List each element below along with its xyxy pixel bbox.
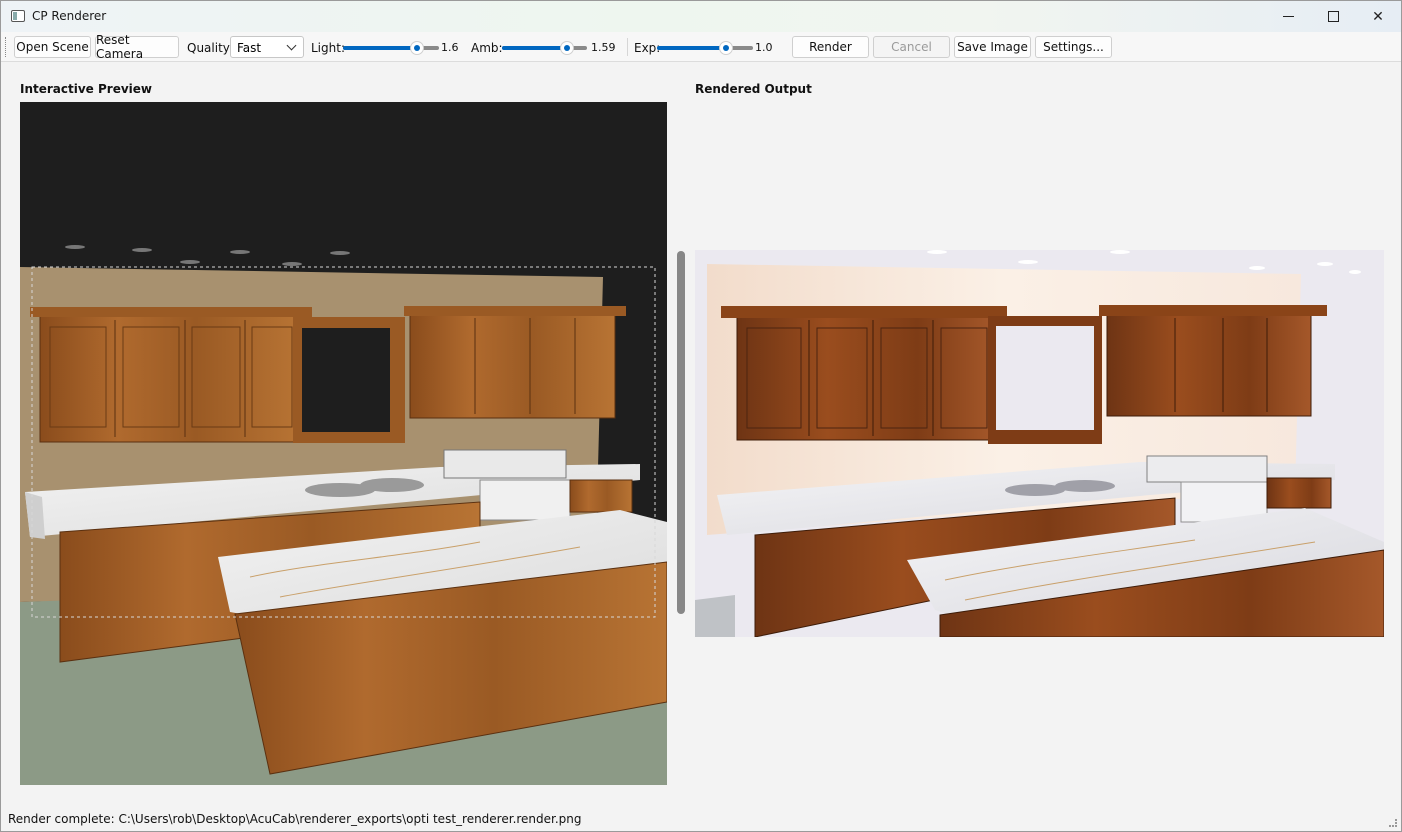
app-window: CP Renderer ✕ Open Scene Reset Camera Qu… <box>0 0 1402 832</box>
light-slider-fill <box>343 46 416 50</box>
title-bar[interactable]: CP Renderer ✕ <box>1 1 1401 32</box>
toolbar-separator <box>627 38 628 56</box>
panel-splitter-handle[interactable] <box>677 251 685 614</box>
minimize-icon <box>1282 16 1294 17</box>
minimize-button[interactable] <box>1265 1 1311 32</box>
light-value: 1.6 <box>441 41 459 54</box>
maximize-button[interactable] <box>1310 1 1356 32</box>
amb-slider[interactable] <box>502 41 587 55</box>
status-bar-text: Render complete: C:\Users\rob\Desktop\Ac… <box>8 812 582 826</box>
interactive-preview-viewport[interactable] <box>20 102 667 785</box>
amb-value: 1.59 <box>591 41 616 54</box>
exp-slider[interactable] <box>657 41 753 55</box>
amb-slider-fill <box>502 46 566 50</box>
exp-slider-thumb[interactable] <box>719 41 733 55</box>
resize-grip-icon[interactable] <box>1389 819 1397 827</box>
cancel-button[interactable]: Cancel <box>873 36 950 58</box>
toolbar-grip[interactable] <box>5 37 8 57</box>
light-slider-thumb[interactable] <box>410 41 424 55</box>
rendered-output-image <box>695 250 1384 637</box>
maximize-icon <box>1327 11 1339 22</box>
chevron-down-icon <box>286 40 297 51</box>
app-icon <box>11 10 25 22</box>
exp-value: 1.0 <box>755 41 773 54</box>
open-scene-button[interactable]: Open Scene <box>14 36 91 58</box>
quality-label: Quality: <box>187 41 234 55</box>
output-panel-title: Rendered Output <box>695 82 812 96</box>
quality-select[interactable]: Fast <box>230 36 304 58</box>
preview-scene-graphic <box>20 102 667 785</box>
settings-button[interactable]: Settings... <box>1035 36 1112 58</box>
toolbar: Open Scene Reset Camera Quality: Fast Li… <box>1 32 1401 62</box>
reset-camera-button[interactable]: Reset Camera <box>95 33 179 61</box>
save-image-button[interactable]: Save Image <box>954 36 1031 58</box>
rendered-scene-graphic <box>695 250 1384 637</box>
window-title: CP Renderer <box>32 9 107 23</box>
amb-slider-thumb[interactable] <box>560 41 574 55</box>
preview-panel-title: Interactive Preview <box>20 82 153 96</box>
render-button[interactable]: Render <box>792 36 869 58</box>
exp-slider-fill <box>657 46 726 50</box>
light-label: Light: <box>311 41 345 55</box>
amb-label: Amb: <box>471 41 503 55</box>
close-icon: ✕ <box>1372 8 1384 25</box>
quality-select-value: Fast <box>237 41 262 55</box>
close-button[interactable]: ✕ <box>1355 1 1401 32</box>
light-slider[interactable] <box>343 41 439 55</box>
